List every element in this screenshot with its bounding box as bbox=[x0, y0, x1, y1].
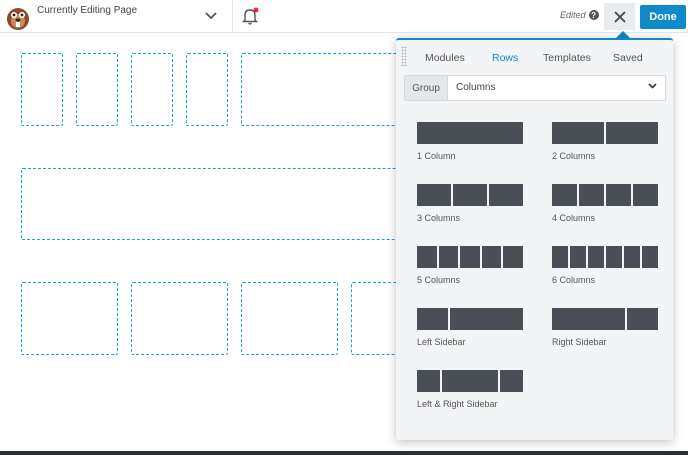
tab-modules[interactable]: Modules bbox=[425, 52, 465, 64]
tab-rows[interactable]: Rows bbox=[492, 52, 518, 64]
row-placeholder[interactable] bbox=[21, 168, 411, 240]
layout-2-columns[interactable]: 2 Columns bbox=[552, 122, 658, 162]
layout-6-columns[interactable]: 6 Columns bbox=[552, 246, 658, 286]
layout-preview bbox=[417, 370, 523, 392]
group-value: Columns bbox=[456, 82, 496, 93]
layout-right-sidebar[interactable]: Right Sidebar bbox=[552, 308, 658, 348]
tab-saved[interactable]: Saved bbox=[613, 52, 643, 64]
layout-label: 5 Columns bbox=[417, 275, 461, 285]
layout-label: 6 Columns bbox=[552, 275, 596, 285]
bell-icon bbox=[241, 7, 259, 25]
layout-preview bbox=[552, 246, 658, 268]
chevron-down-icon bbox=[205, 12, 217, 20]
edited-status[interactable]: Edited ? bbox=[560, 10, 599, 20]
question-icon: ? bbox=[588, 10, 599, 20]
layout-3-columns[interactable]: 3 Columns bbox=[417, 184, 523, 224]
beaver-logo-icon bbox=[4, 3, 32, 31]
layout-label: Right Sidebar bbox=[552, 337, 607, 347]
top-bar: Currently Editing Page Edited ? Done bbox=[0, 0, 688, 33]
column-placeholder[interactable] bbox=[21, 53, 63, 126]
layout-label: 2 Columns bbox=[552, 151, 596, 161]
column-placeholder[interactable] bbox=[241, 282, 338, 355]
layout-preview bbox=[552, 308, 658, 330]
column-placeholder[interactable] bbox=[131, 53, 173, 126]
layout-preview bbox=[417, 246, 523, 268]
column-placeholder[interactable] bbox=[76, 53, 118, 126]
layout-preview bbox=[552, 184, 658, 206]
column-placeholder[interactable] bbox=[131, 282, 228, 355]
layout-label: 3 Columns bbox=[417, 213, 461, 223]
layout-label: Left Sidebar bbox=[417, 337, 466, 347]
edited-label: Edited bbox=[560, 10, 586, 20]
content-panel: Modules Rows Templates Saved Group Colum… bbox=[396, 38, 673, 440]
layout-left-right-sidebar[interactable]: Left & Right Sidebar bbox=[417, 370, 523, 410]
column-placeholder[interactable] bbox=[241, 53, 411, 126]
page-menu-button[interactable] bbox=[199, 4, 223, 28]
close-panel-button[interactable] bbox=[604, 3, 635, 30]
layout-left-sidebar[interactable]: Left Sidebar bbox=[417, 308, 523, 348]
group-select[interactable]: Group Columns bbox=[404, 75, 666, 101]
group-label: Group bbox=[405, 76, 448, 100]
header-divider bbox=[232, 0, 233, 33]
tab-templates[interactable]: Templates bbox=[543, 52, 591, 64]
layout-label: 4 Columns bbox=[552, 213, 596, 223]
layout-4-columns[interactable]: 4 Columns bbox=[552, 184, 658, 224]
done-button[interactable]: Done bbox=[640, 5, 686, 29]
page-label: Currently Editing Page bbox=[37, 5, 138, 16]
layout-label: 1 Column bbox=[417, 151, 456, 161]
bottom-strip bbox=[0, 451, 688, 455]
layout-preview bbox=[552, 122, 658, 144]
close-icon bbox=[613, 10, 626, 23]
column-placeholder[interactable] bbox=[186, 53, 228, 126]
layout-preview bbox=[417, 308, 523, 330]
panel-tabs: Modules Rows Templates Saved bbox=[396, 40, 673, 76]
layout-preview bbox=[417, 122, 523, 144]
column-placeholder[interactable] bbox=[21, 282, 118, 355]
layout-1-column[interactable]: 1 Column bbox=[417, 122, 523, 162]
notifications-button[interactable] bbox=[239, 5, 261, 27]
layout-preview bbox=[417, 184, 523, 206]
layout-5-columns[interactable]: 5 Columns bbox=[417, 246, 523, 286]
layout-label: Left & Right Sidebar bbox=[417, 399, 498, 409]
chevron-down-icon bbox=[648, 83, 657, 89]
